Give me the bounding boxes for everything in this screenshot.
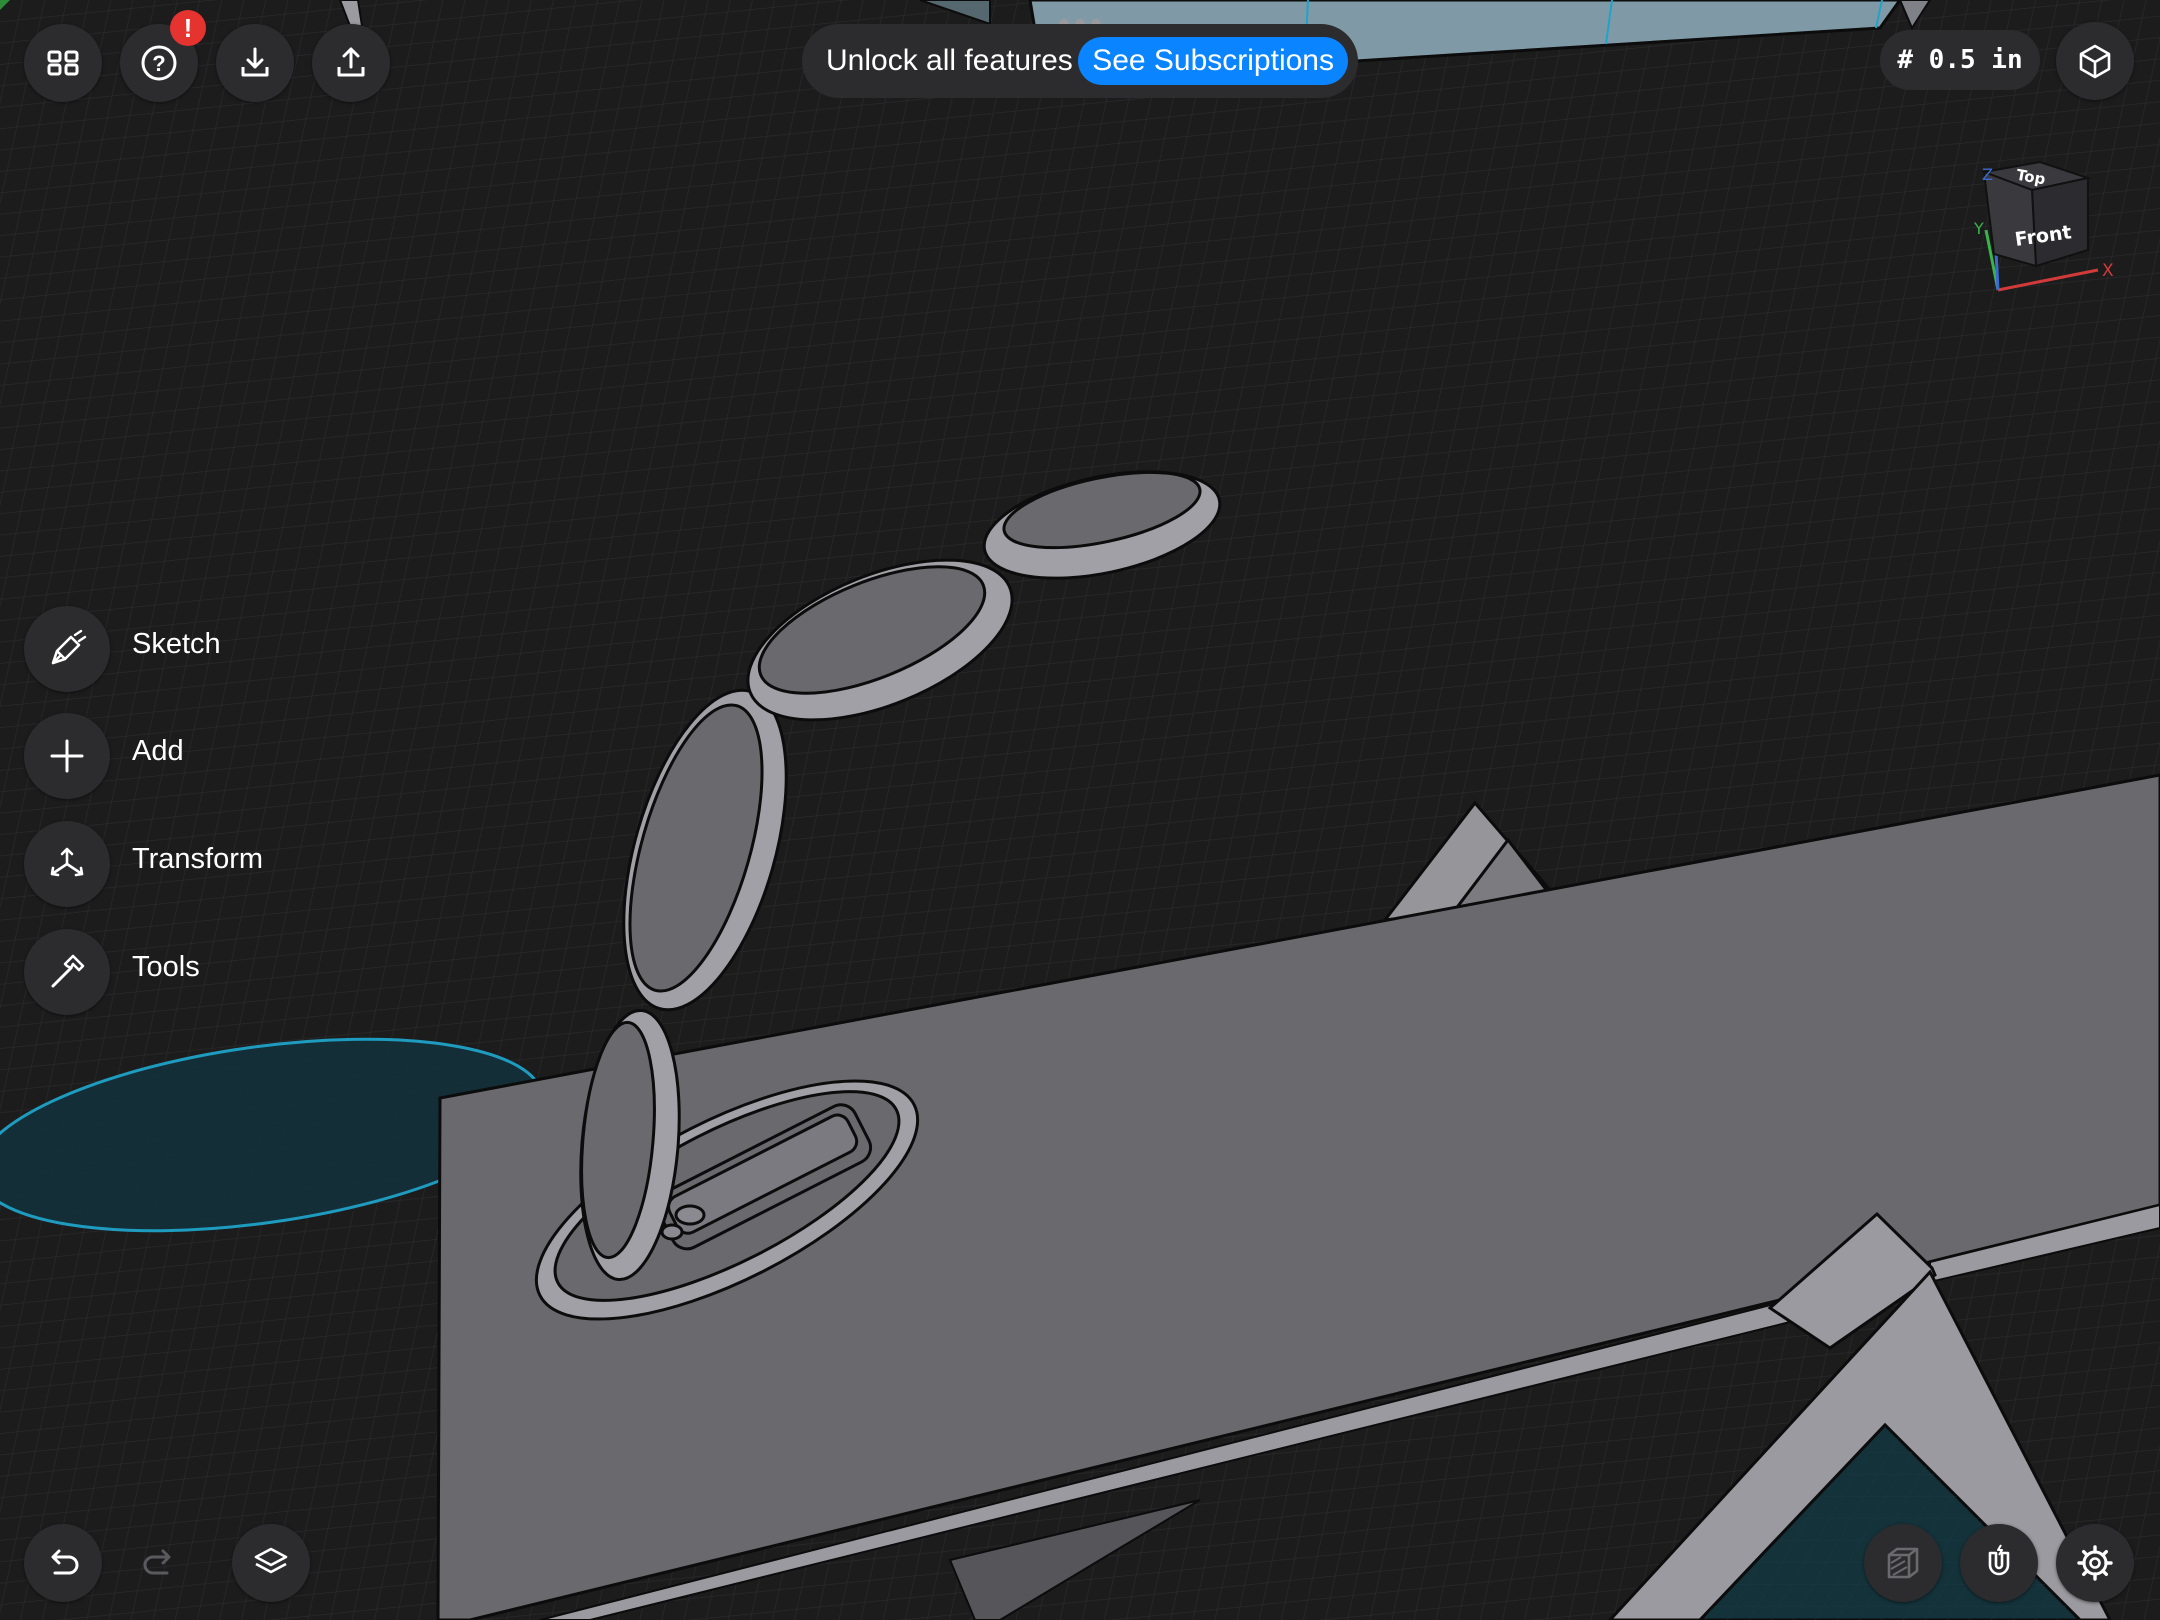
- plus-icon: [50, 739, 84, 773]
- gear-icon: [2077, 1545, 2113, 1581]
- pen-icon: [51, 629, 87, 665]
- share-icon: [337, 47, 365, 77]
- snap-button[interactable]: [1960, 1524, 2038, 1602]
- layers-icon: [254, 1547, 288, 1574]
- axis-y-label: Y: [1973, 219, 1984, 238]
- import-button[interactable]: [216, 24, 294, 102]
- add-label: Add: [132, 735, 184, 767]
- gallery-button[interactable]: [24, 24, 102, 102]
- render-mode-button[interactable]: [1864, 1524, 1942, 1602]
- redo-button[interactable]: [120, 1524, 198, 1602]
- tools-label: Tools: [132, 951, 200, 983]
- sketch-label: Sketch: [132, 628, 221, 660]
- layers-button[interactable]: [232, 1524, 310, 1602]
- question-icon: ?: [141, 45, 177, 81]
- view-mode-button[interactable]: [2056, 22, 2134, 100]
- move-arrows-icon: [50, 847, 84, 877]
- subscription-banner: Unlock all features See Subscriptions: [802, 24, 1358, 98]
- add-button[interactable]: [24, 713, 110, 799]
- settings-button[interactable]: [2056, 1524, 2134, 1602]
- import-icon: [241, 47, 269, 77]
- promo-text: Unlock all features: [826, 44, 1073, 77]
- axis-x-label: X: [2102, 261, 2114, 281]
- help-alert-badge: !: [170, 10, 206, 46]
- hammer-icon: [51, 954, 85, 988]
- grid-size-indicator[interactable]: # 0.5 in: [1880, 30, 2040, 90]
- sketch-button[interactable]: [24, 606, 110, 692]
- tools-button[interactable]: [24, 929, 110, 1015]
- transform-button[interactable]: [24, 821, 110, 907]
- export-button[interactable]: [312, 24, 390, 102]
- view-cube[interactable]: Top Front X Y Z: [1960, 150, 2120, 300]
- magnet-icon: [1988, 1544, 2010, 1576]
- cube-icon: [2079, 44, 2111, 79]
- undo-button[interactable]: [24, 1524, 102, 1602]
- axis-z-label: Z: [1982, 165, 1993, 184]
- see-subscriptions-button[interactable]: See Subscriptions: [1078, 37, 1348, 85]
- transform-label: Transform: [132, 843, 264, 875]
- shaded-box-icon: [1887, 1547, 1919, 1579]
- svg-text:?: ?: [152, 51, 165, 76]
- undo-icon: [51, 1549, 79, 1575]
- redo-icon: [143, 1549, 171, 1575]
- grid-icon: [47, 50, 79, 76]
- 3d-viewport[interactable]: [0, 0, 2160, 1620]
